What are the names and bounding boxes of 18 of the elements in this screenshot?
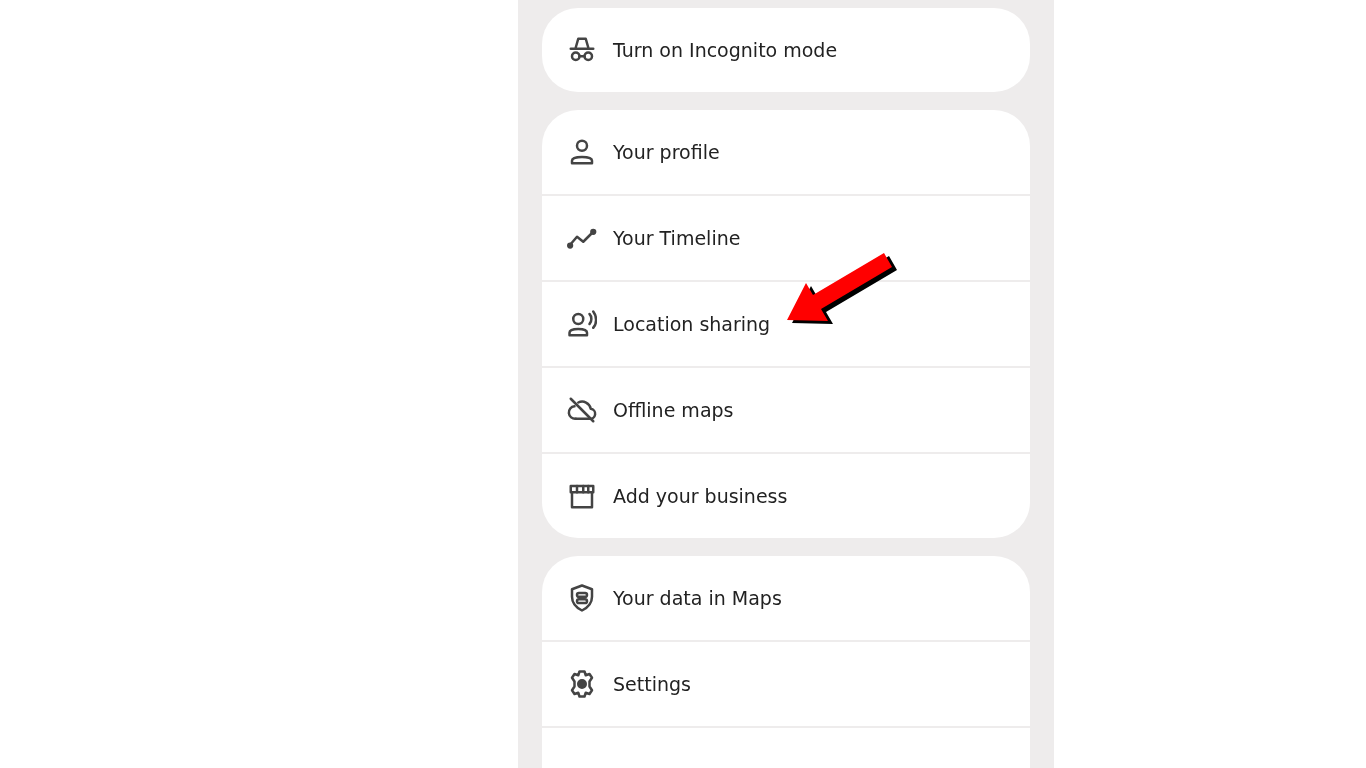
menu-item-label: Your data in Maps [613, 587, 782, 609]
menu-item-label: Location sharing [613, 313, 771, 335]
menu-item[interactable]: Add your business [542, 454, 1030, 538]
person-signal-icon [567, 309, 597, 339]
menu-item-label: Your Timeline [613, 227, 741, 249]
menu-item-label: Turn on Incognito mode [613, 39, 838, 61]
menu-item[interactable]: Turn on Incognito mode [542, 8, 1030, 92]
menu-item[interactable]: Offline maps [542, 368, 1030, 452]
menu-item-label: Settings [613, 673, 691, 695]
menu-item-label: Offline maps [613, 399, 734, 421]
menu-item[interactable]: Location sharing [542, 282, 1030, 366]
menu-item-label: Your profile [613, 141, 720, 163]
menu-item[interactable]: Your profile [542, 110, 1030, 194]
menu-item[interactable]: Your data in Maps [542, 556, 1030, 640]
crossed-cloud-icon [567, 395, 597, 425]
menu-item-label: Add your business [613, 485, 788, 507]
menu-item[interactable]: Your Timeline [542, 196, 1030, 280]
menu-item[interactable]: Settings [542, 642, 1030, 726]
